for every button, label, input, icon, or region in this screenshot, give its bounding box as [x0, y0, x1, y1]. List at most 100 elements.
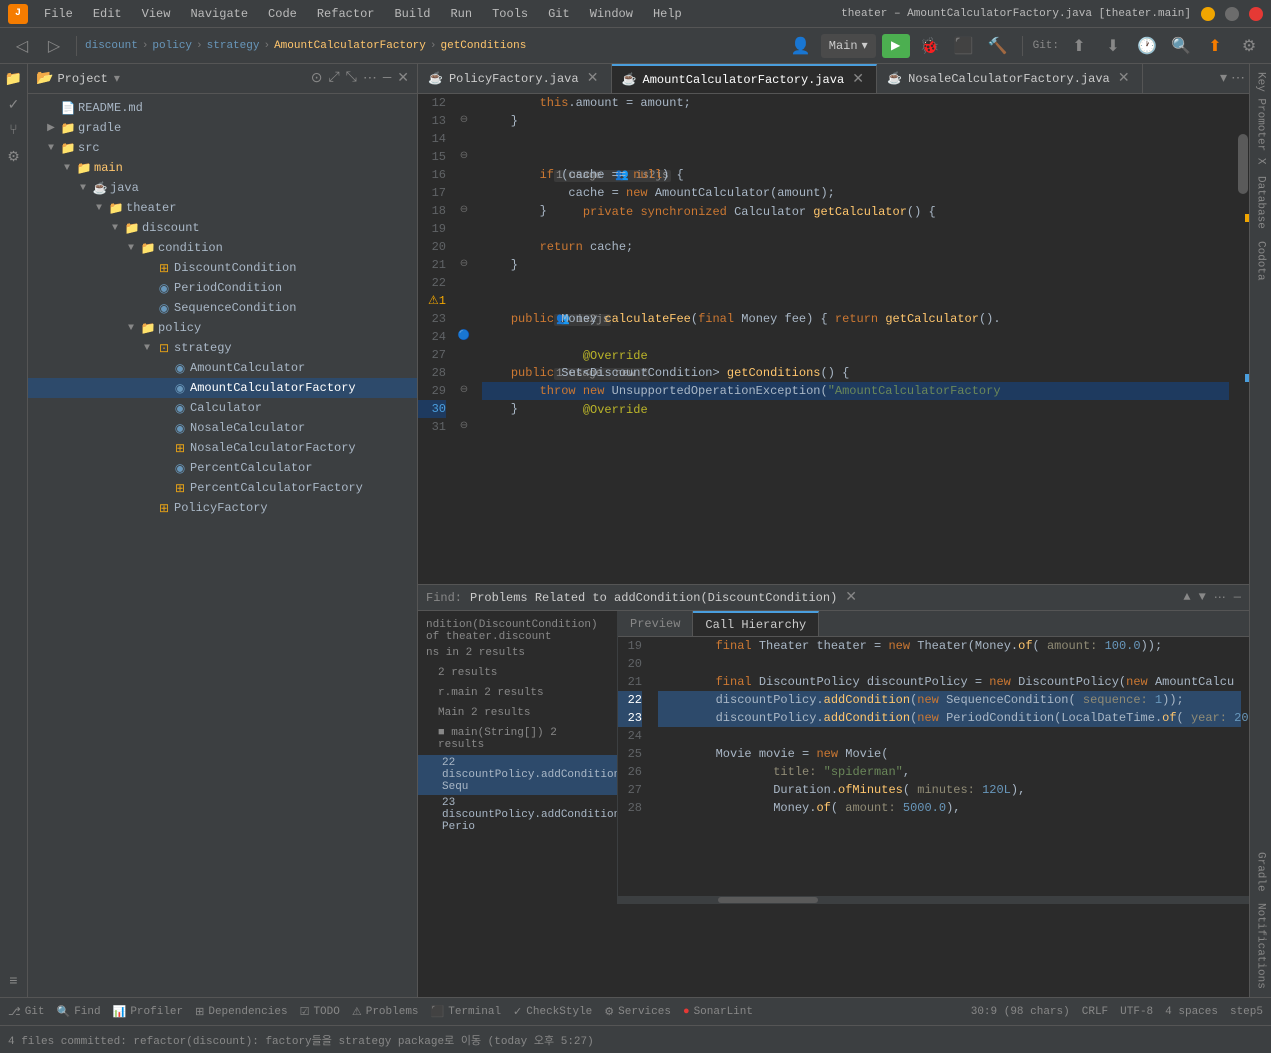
fold-icon[interactable]: ⊖ [454, 256, 474, 274]
status-todo[interactable]: ☑ TODO [300, 1005, 340, 1019]
bottom-tab-preview[interactable]: Preview [618, 611, 693, 636]
gradle-icon[interactable]: Gradle [1253, 848, 1269, 896]
tree-item-calculator[interactable]: ◉ Calculator [28, 398, 417, 418]
status-git[interactable]: ⎇ Git [8, 1005, 45, 1019]
sidebar-project-icon[interactable]: 📁 [3, 68, 25, 90]
find-minimize-icon[interactable]: — [1234, 590, 1241, 605]
tree-item-sequencecondition[interactable]: ◉ SequenceCondition [28, 298, 417, 318]
menu-code[interactable]: Code [264, 5, 301, 23]
menu-help[interactable]: Help [649, 5, 686, 23]
tree-item-policy[interactable]: ▼ 📁 policy [28, 318, 417, 338]
code-content[interactable]: this.amount = amount; } 1 usage 👥 is2js … [474, 94, 1237, 584]
minimize-button[interactable] [1201, 7, 1215, 21]
tree-item-theater[interactable]: ▼ 📁 theater [28, 198, 417, 218]
menu-refactor[interactable]: Refactor [313, 5, 379, 23]
tree-item-main[interactable]: ▼ 📁 main [28, 158, 417, 178]
breadcrumb-class[interactable]: AmountCalculatorFactory [274, 40, 426, 52]
menu-git[interactable]: Git [544, 5, 574, 23]
project-dropdown-icon[interactable]: ▾ [114, 71, 120, 86]
find-close-icon[interactable]: ✕ [845, 589, 857, 606]
file-tree-more-icon[interactable]: ⋯ [363, 70, 377, 87]
tree-item-nosalecalculator[interactable]: ◉ NosaleCalculator [28, 418, 417, 438]
status-checkstyle[interactable]: ✓ CheckStyle [513, 1005, 592, 1019]
file-tree-settings-icon[interactable]: ⊙ [311, 70, 323, 87]
tree-item-percentcalculatorfactory[interactable]: ⊞ PercentCalculatorFactory [28, 478, 417, 498]
menu-navigate[interactable]: Navigate [186, 5, 252, 23]
bottom-code-lines[interactable]: final Theater theater = new Theater(Mone… [650, 637, 1249, 896]
fold-icon[interactable]: ⊖ [454, 112, 474, 130]
debug-button[interactable]: 🐞 [916, 32, 944, 60]
navigate-back-button[interactable]: ◁ [8, 32, 36, 60]
status-find[interactable]: 🔍 Find [57, 1005, 101, 1019]
status-branch[interactable]: step5 [1230, 1006, 1263, 1018]
file-tree-minimize-icon[interactable]: — [383, 70, 391, 87]
file-tree-expand-icon[interactable]: ⤢ [328, 70, 339, 87]
close-button[interactable] [1249, 7, 1263, 21]
status-position[interactable]: 30:9 (98 chars) [971, 1006, 1070, 1018]
result-item-22[interactable]: 22 discountPolicy.addCondition(new Sequ [418, 755, 617, 795]
breadcrumb-discount[interactable]: discount [85, 40, 138, 52]
result-count-item[interactable]: 2 results [426, 665, 609, 681]
find-more-icon[interactable]: ⋯ [1214, 590, 1226, 605]
tab-close-icon[interactable]: ✕ [1116, 71, 1132, 87]
tab-close-icon[interactable]: ✕ [850, 72, 866, 88]
file-tree-close-icon[interactable]: ✕ [397, 70, 409, 87]
tree-item-discount[interactable]: ▼ 📁 discount [28, 218, 417, 238]
file-tree-collapse-icon[interactable]: ⤡ [346, 70, 357, 87]
menu-build[interactable]: Build [390, 5, 434, 23]
status-encoding[interactable]: UTF-8 [1120, 1006, 1153, 1018]
settings-button[interactable]: ⚙ [1235, 32, 1263, 60]
database-icon[interactable]: Database [1253, 172, 1269, 233]
status-dependencies[interactable]: ⊞ Dependencies [195, 1005, 287, 1019]
status-sonarlint[interactable]: ● SonarLint [683, 1006, 753, 1018]
tree-item-condition[interactable]: ▼ 📁 condition [28, 238, 417, 258]
tree-item-periodcondition[interactable]: ◉ PeriodCondition [28, 278, 417, 298]
status-profiler[interactable]: 📊 Profiler [113, 1005, 184, 1019]
find-nav-up-icon[interactable]: ▲ [1183, 590, 1190, 605]
fold-icon[interactable]: ⊖ [454, 202, 474, 220]
tab-more-icon[interactable]: ⋯ [1231, 70, 1245, 87]
sidebar-pullrequest-icon[interactable]: ⑂ [3, 120, 25, 142]
tree-item-policyfactory[interactable]: ⊞ PolicyFactory [28, 498, 417, 518]
editor-scrollbar[interactable] [1237, 94, 1249, 584]
sidebar-commit-icon[interactable]: ✓ [3, 94, 25, 116]
tab-amountcalculatorfactory[interactable]: ☕ AmountCalculatorFactory.java ✕ [612, 64, 878, 93]
result-mainstr-item[interactable]: ■ main(String[]) 2 results [426, 725, 609, 753]
status-terminal[interactable]: ⬛ Terminal [431, 1005, 502, 1019]
git-push-button[interactable]: ⬆ [1065, 32, 1093, 60]
bottom-tab-callhierarchy[interactable]: Call Hierarchy [693, 611, 819, 636]
maximize-button[interactable] [1225, 7, 1239, 21]
debug-icon[interactable]: 🔵 [454, 328, 474, 346]
sidebar-github-icon[interactable]: ⚙ [3, 146, 25, 168]
tree-item-discountcondition[interactable]: ⊞ DiscountCondition [28, 258, 417, 278]
tree-item-amountcalculatorfactory[interactable]: ◉ AmountCalculatorFactory [28, 378, 417, 398]
menu-run[interactable]: Run [446, 5, 476, 23]
fold-icon[interactable]: ⊖ [454, 418, 474, 436]
menu-edit[interactable]: Edit [89, 5, 126, 23]
sidebar-bottom-icon[interactable]: ≡ [3, 971, 25, 993]
breadcrumb-method[interactable]: getConditions [441, 40, 527, 52]
tree-item-nosalecalculatorfactory[interactable]: ⊞ NosaleCalculatorFactory [28, 438, 417, 458]
git-pull-button[interactable]: ⬇ [1099, 32, 1127, 60]
tab-policyfactory[interactable]: ☕ PolicyFactory.java ✕ [418, 64, 612, 93]
build-button[interactable]: 🔨 [984, 32, 1012, 60]
menu-window[interactable]: Window [586, 5, 637, 23]
menu-file[interactable]: File [40, 5, 77, 23]
codota-icon[interactable]: Codota [1253, 237, 1269, 285]
tree-item-percentcalculator[interactable]: ◉ PercentCalculator [28, 458, 417, 478]
result-rmain-item[interactable]: r.main 2 results [426, 685, 609, 701]
key-promoter-icon[interactable]: Key Promoter X [1253, 68, 1269, 168]
status-services[interactable]: ⚙ Services [604, 1005, 671, 1019]
status-problems[interactable]: ⚠ Problems [352, 1005, 419, 1019]
notifications-icon[interactable]: Notifications [1253, 899, 1269, 993]
tab-nosalecalculatorfactory[interactable]: ☕ NosaleCalculatorFactory.java ✕ [877, 64, 1143, 93]
find-nav-down-icon[interactable]: ▼ [1199, 590, 1206, 605]
tree-item-gradle[interactable]: ▶ 📁 gradle [28, 118, 417, 138]
tree-item-java[interactable]: ▼ ☕ java [28, 178, 417, 198]
breadcrumb-policy[interactable]: policy [152, 40, 192, 52]
navigate-forward-button[interactable]: ▷ [40, 32, 68, 60]
tab-close-icon[interactable]: ✕ [585, 71, 601, 87]
tree-item-src[interactable]: ▼ 📁 src [28, 138, 417, 158]
result-item-23[interactable]: 23 discountPolicy.addCondition(new Perio [418, 795, 617, 835]
tree-item-amountcalculator[interactable]: ◉ AmountCalculator [28, 358, 417, 378]
